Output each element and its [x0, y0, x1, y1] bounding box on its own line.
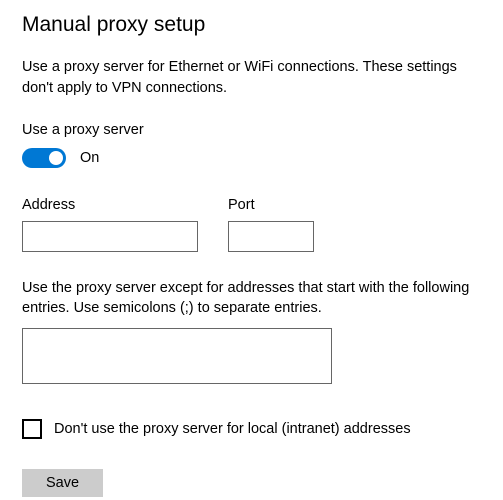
proxy-toggle[interactable]: [22, 148, 66, 168]
bypass-local-checkbox[interactable]: [22, 419, 42, 439]
bypass-local-label: Don't use the proxy server for local (in…: [54, 419, 411, 439]
exceptions-hint: Use the proxy server except for addresse…: [22, 278, 481, 319]
address-label: Address: [22, 195, 198, 215]
section-heading: Manual proxy setup: [22, 10, 481, 39]
toggle-knob-icon: [49, 151, 63, 165]
port-input[interactable]: [228, 221, 314, 252]
proxy-toggle-label: Use a proxy server: [22, 120, 481, 140]
save-button[interactable]: Save: [22, 469, 103, 497]
exceptions-input[interactable]: [22, 328, 332, 384]
address-input[interactable]: [22, 221, 198, 252]
section-description: Use a proxy server for Ethernet or WiFi …: [22, 57, 481, 98]
port-label: Port: [228, 195, 314, 215]
proxy-toggle-state: On: [80, 148, 99, 168]
